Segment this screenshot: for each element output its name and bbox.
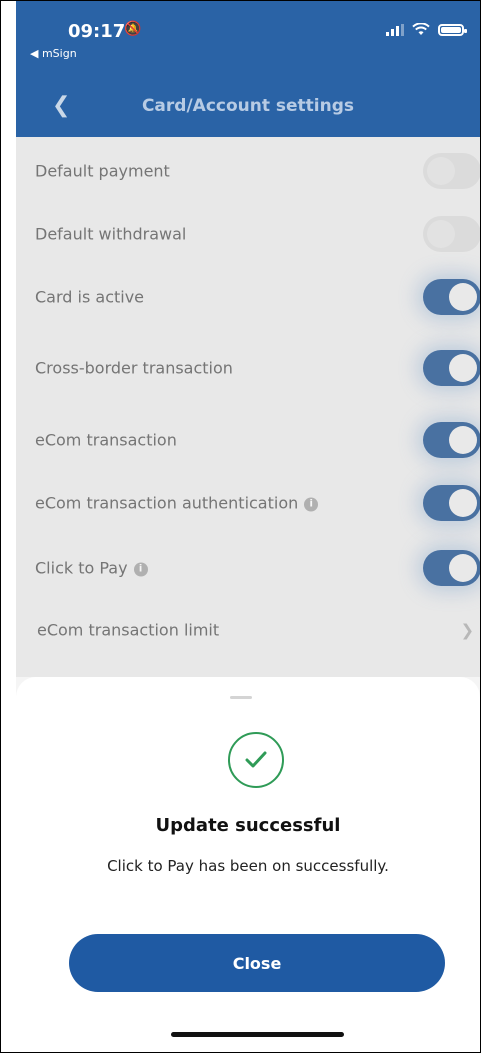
top-bar: 09:17 🔕 ◀ mSign ❮ Card/Account settings xyxy=(16,1,480,137)
checkmark-icon xyxy=(228,732,284,788)
home-indicator xyxy=(171,1032,344,1037)
sheet-message: Click to Pay has been on successfully. xyxy=(107,857,389,875)
page-title: Card/Account settings xyxy=(141,96,355,116)
close-button[interactable]: Close xyxy=(69,934,445,992)
phone-screen: 09:17 🔕 ◀ mSign ❮ Card/Account settings … xyxy=(16,1,480,1052)
sheet-title: Update successful xyxy=(155,815,341,836)
wifi-icon xyxy=(412,23,430,35)
success-bottom-sheet: Update successful Click to Pay has been … xyxy=(16,677,480,1052)
modal-backdrop[interactable] xyxy=(16,137,480,697)
sheet-grabber[interactable] xyxy=(230,696,252,699)
silent-bell-icon: 🔕 xyxy=(124,21,142,37)
status-icons xyxy=(386,23,467,36)
screenshot-frame: 09:17 🔕 ◀ mSign ❮ Card/Account settings … xyxy=(0,0,481,1053)
status-time: 09:17 xyxy=(68,21,126,42)
battery-icon xyxy=(438,23,467,36)
back-to-app-link[interactable]: ◀ mSign xyxy=(30,47,77,60)
cellular-signal-icon xyxy=(386,23,404,36)
